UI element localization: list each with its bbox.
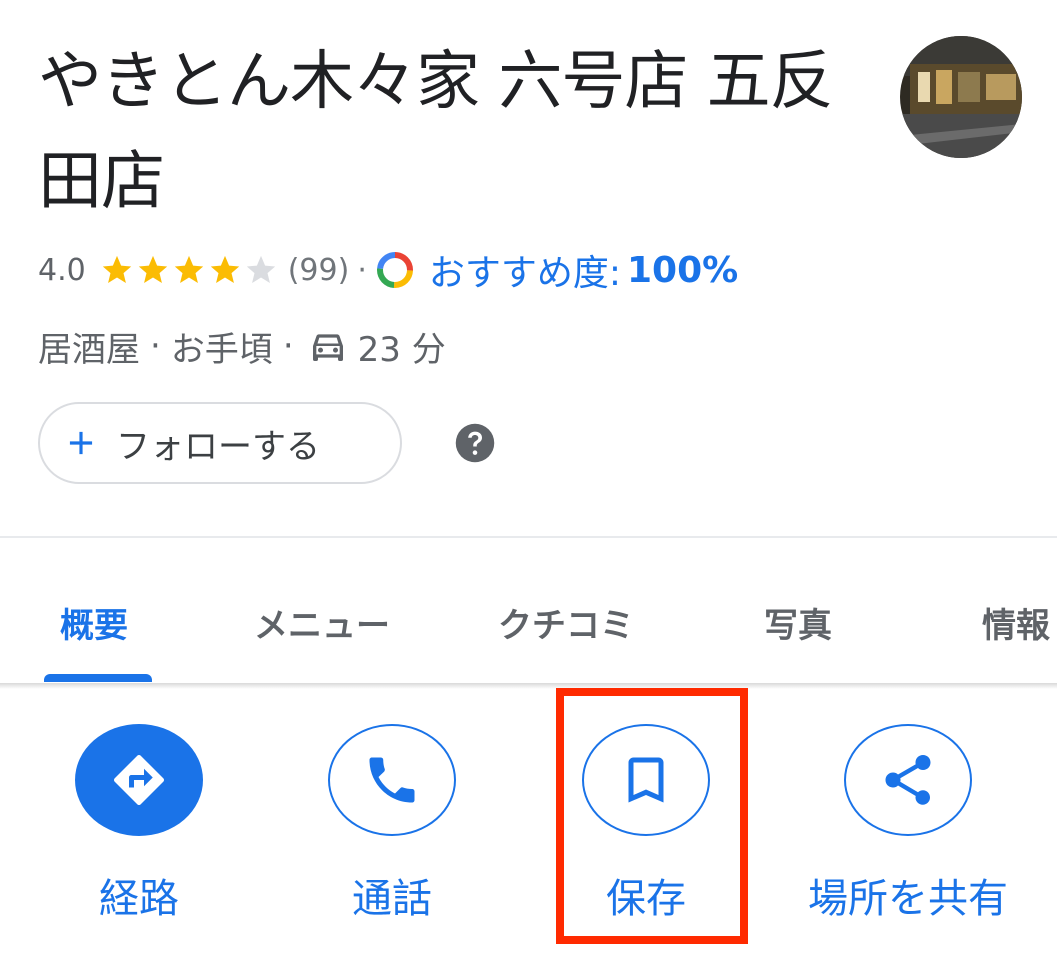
- recommendation-value[interactable]: 100%: [627, 250, 738, 291]
- separator: ·: [282, 326, 294, 366]
- tab-overview[interactable]: 概要: [60, 598, 128, 647]
- directions-icon: [114, 755, 164, 805]
- meta-row: 居酒屋 · お手頃 · 23 分: [38, 320, 446, 372]
- follow-label: フォローする: [116, 426, 320, 467]
- rating-value: 4.0: [38, 252, 86, 288]
- follow-button[interactable]: フォローする: [38, 402, 402, 484]
- share-icon: [885, 755, 931, 805]
- tab-menu[interactable]: メニュー: [254, 598, 390, 647]
- share-button[interactable]: 場所を共有: [788, 724, 1028, 924]
- recommendation-label[interactable]: おすすめ度:: [429, 244, 621, 296]
- place-panel: やきとん木々家 六号店 五反田店 4.0 (99) · おすすめ度: 100% …: [0, 0, 1057, 954]
- share-circle: [844, 724, 972, 836]
- separator: ·: [357, 252, 367, 288]
- call-label: 通話: [352, 876, 432, 922]
- star-icon: [174, 255, 203, 284]
- help-icon[interactable]: [454, 422, 496, 464]
- star-icon: [102, 255, 131, 284]
- call-button[interactable]: 通話: [272, 724, 512, 924]
- separator: ·: [150, 326, 161, 366]
- category: 居酒屋: [38, 329, 140, 370]
- call-circle: [328, 724, 456, 836]
- drive-time: 23 分: [357, 329, 446, 370]
- place-photo-thumbnail[interactable]: [900, 36, 1022, 158]
- star-rating: [100, 253, 280, 287]
- highlight-box: [556, 688, 748, 944]
- tab-bar-shadow: [0, 683, 1057, 689]
- rating-row: 4.0 (99) · おすすめ度: 100%: [38, 244, 738, 296]
- tab-bar: 概要 メニュー クチコミ 写真 情報: [0, 538, 1057, 683]
- google-ring-icon: [376, 252, 413, 288]
- star-empty-icon: [246, 255, 275, 284]
- active-tab-indicator: [44, 674, 152, 682]
- star-icon: [138, 255, 167, 284]
- tab-reviews[interactable]: クチコミ: [498, 598, 634, 647]
- phone-icon: [369, 757, 415, 803]
- review-count[interactable]: (99): [288, 253, 350, 288]
- price-level: お手頃: [170, 329, 273, 370]
- share-label: 場所を共有: [808, 876, 1008, 922]
- tab-info[interactable]: 情報: [982, 598, 1050, 647]
- directions-label: 経路: [99, 876, 179, 922]
- star-icon: [210, 255, 239, 284]
- directions-circle: [75, 724, 203, 836]
- tab-photos[interactable]: 写真: [764, 598, 832, 647]
- car-icon: [312, 334, 343, 361]
- place-title: やきとん木々家 六号店 五反田店: [38, 45, 834, 219]
- directions-button[interactable]: 経路: [19, 724, 259, 924]
- plus-icon: [69, 431, 93, 455]
